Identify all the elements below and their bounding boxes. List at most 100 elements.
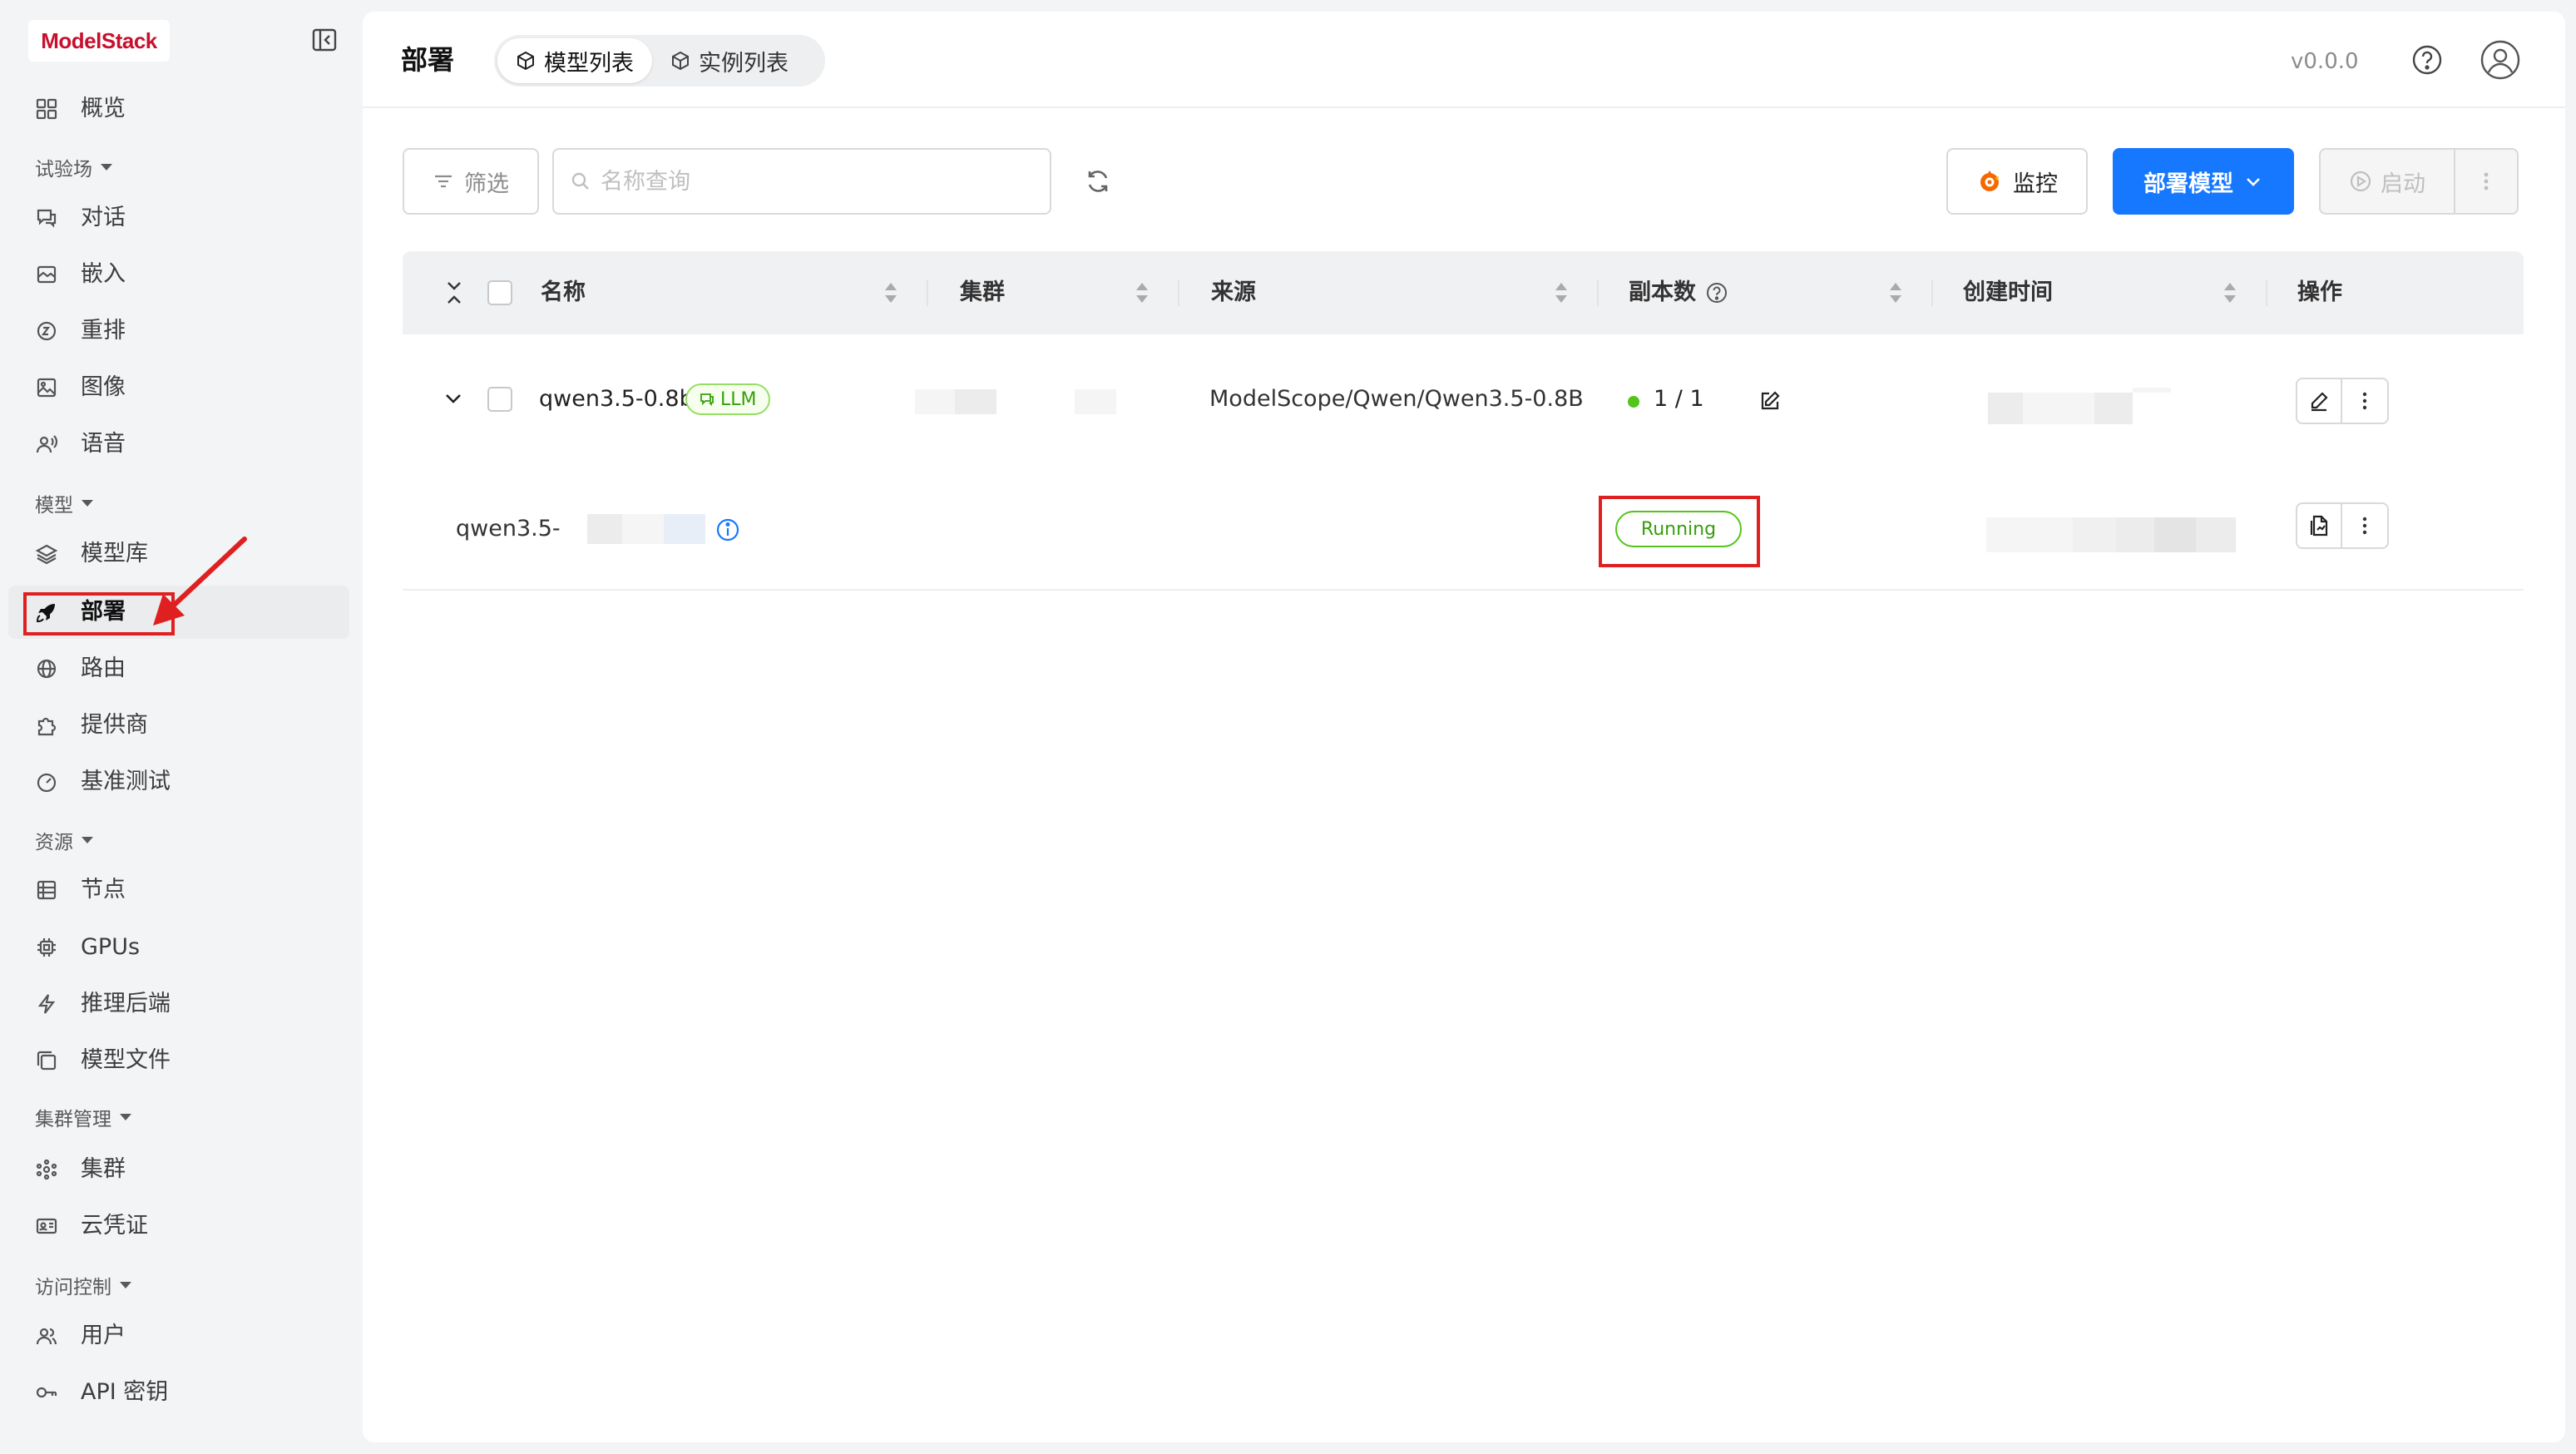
- sidebar-group-access-control[interactable]: 访问控制: [35, 1273, 131, 1298]
- page-header: 部署 模型列表 实例列表 v0.0.0: [363, 12, 2565, 108]
- sidebar-item-model-library[interactable]: 模型库: [8, 527, 349, 581]
- edit-replicas-icon[interactable]: [1758, 389, 1782, 413]
- tab-instance-list[interactable]: 实例列表: [652, 38, 807, 83]
- more-vertical-icon: [2361, 515, 2368, 537]
- image-icon: [35, 376, 58, 399]
- column-header-replicas: 副本数: [1629, 279, 1696, 305]
- log-file-icon: [2307, 514, 2331, 537]
- sidebar-item-rerank[interactable]: 重排: [8, 304, 349, 358]
- server-icon: [35, 878, 58, 902]
- sidebar-item-nodes[interactable]: 节点: [8, 863, 349, 917]
- sidebar-item-providers[interactable]: 提供商: [8, 699, 349, 752]
- page-title: 部署: [401, 44, 455, 76]
- row-checkbox[interactable]: [487, 387, 512, 412]
- sidebar-item-overview[interactable]: 概览: [8, 82, 349, 136]
- caret-down-icon: [120, 1282, 131, 1288]
- sidebar-item-label: 用户: [81, 1323, 126, 1348]
- search-box: [552, 148, 1051, 215]
- sidebar-item-cloud-credentials[interactable]: 云凭证: [8, 1199, 349, 1253]
- help-icon[interactable]: [2409, 42, 2445, 78]
- caret-down-icon: [101, 164, 112, 171]
- embed-icon: [35, 263, 58, 286]
- grafana-icon: [1976, 168, 2003, 195]
- sort-icon[interactable]: [1888, 279, 1903, 306]
- filter-button[interactable]: 筛选: [403, 148, 539, 215]
- sidebar-group-models[interactable]: 模型: [35, 491, 93, 517]
- category-tag: LLM: [685, 383, 770, 415]
- caret-down-icon: [82, 837, 93, 843]
- sort-icon[interactable]: [1135, 279, 1150, 306]
- chat-icon: [35, 206, 58, 230]
- sidebar-item-model-files[interactable]: 模型文件: [8, 1034, 349, 1087]
- status-dot: [1628, 396, 1639, 408]
- info-icon[interactable]: [715, 517, 740, 542]
- column-header-created: 创建时间: [1963, 279, 2053, 305]
- column-header-cluster: 集群: [960, 279, 1005, 305]
- deploy-model-button[interactable]: 部署模型: [2113, 148, 2294, 215]
- column-header-actions: 操作: [2297, 279, 2342, 305]
- bolt-icon: [35, 992, 58, 1016]
- cube-icon: [516, 51, 536, 71]
- instance-more-actions-button[interactable]: [2342, 502, 2389, 549]
- sort-icon[interactable]: [883, 279, 898, 306]
- tab-model-list[interactable]: 模型列表: [497, 38, 652, 83]
- app-logo: ModelStack: [28, 20, 170, 62]
- start-more-icon[interactable]: [2455, 150, 2517, 213]
- sidebar-item-inference-backends[interactable]: 推理后端: [8, 977, 349, 1031]
- monitor-button[interactable]: 监控: [1946, 148, 2088, 215]
- start-button[interactable]: 启动: [2321, 150, 2455, 213]
- edit-button[interactable]: [2296, 378, 2342, 424]
- sidebar-item-voice[interactable]: 语音: [8, 418, 349, 471]
- table-row[interactable]: qwen3.5-0.8b LLM ModelScope/Qwen/Qwen3.5…: [403, 334, 2524, 467]
- instance-row[interactable]: qwen3.5- Running: [403, 467, 2524, 591]
- sort-icon[interactable]: [1554, 279, 1569, 306]
- sidebar-item-routes[interactable]: 路由: [8, 642, 349, 695]
- sidebar-item-label: 语音: [81, 431, 126, 457]
- sidebar-item-users[interactable]: 用户: [8, 1309, 349, 1363]
- id-card-icon: [35, 1214, 58, 1238]
- sort-icon[interactable]: [2222, 279, 2237, 306]
- redacted-instance-name: [587, 514, 622, 544]
- sidebar-item-label: 图像: [81, 374, 126, 400]
- collapse-all-icon[interactable]: [444, 279, 464, 306]
- sidebar-item-api-keys[interactable]: API 密钥: [8, 1366, 349, 1419]
- rocket-icon: [35, 601, 58, 624]
- sidebar-item-label: API 密钥: [81, 1379, 169, 1405]
- sidebar-item-label: 概览: [81, 96, 126, 121]
- sidebar-group-resources[interactable]: 资源: [35, 828, 93, 853]
- sidebar-item-label: 重排: [81, 318, 126, 344]
- model-name[interactable]: qwen3.5-0.8b: [539, 383, 694, 416]
- sidebar-item-clusters[interactable]: 集群: [8, 1143, 349, 1196]
- sidebar-item-image[interactable]: 图像: [8, 361, 349, 414]
- grid-icon: [35, 97, 58, 121]
- view-logs-button[interactable]: [2296, 502, 2342, 549]
- view-switcher: 模型列表 实例列表: [494, 35, 825, 87]
- sidebar-item-gpus[interactable]: GPUs: [8, 921, 349, 974]
- chevron-down-icon[interactable]: [443, 388, 464, 409]
- table-header: 名称 集群 来源 副本数 创建时间 操作: [403, 251, 2524, 334]
- sidebar-item-label: 对话: [81, 205, 126, 230]
- chat-bubble-icon: [699, 391, 715, 408]
- sidebar-item-deployments[interactable]: 部署: [8, 586, 349, 639]
- sidebar-item-label: 集群: [81, 1156, 126, 1182]
- sidebar-item-label: 节点: [81, 877, 126, 903]
- refresh-icon[interactable]: [1083, 166, 1113, 196]
- sidebar-item-embed[interactable]: 嵌入: [8, 248, 349, 301]
- user-avatar-icon[interactable]: [2479, 38, 2522, 82]
- status-badge: Running: [1615, 511, 1742, 547]
- search-input[interactable]: [601, 168, 1033, 195]
- sidebar-collapse-icon[interactable]: [309, 25, 339, 55]
- select-all-checkbox[interactable]: [487, 280, 512, 305]
- sidebar-group-playground[interactable]: 试验场: [35, 155, 112, 181]
- globe-icon: [35, 657, 58, 680]
- sidebar-item-benchmark[interactable]: 基准测试: [8, 755, 349, 809]
- redacted-cluster: [955, 389, 996, 414]
- sidebar-item-chat[interactable]: 对话: [8, 191, 349, 245]
- more-actions-button[interactable]: [2342, 378, 2389, 424]
- users-icon: [35, 1324, 58, 1348]
- chevron-down-icon: [2243, 171, 2263, 191]
- sidebar-group-cluster-management[interactable]: 集群管理: [35, 1105, 131, 1130]
- sidebar-item-label: 推理后端: [81, 991, 171, 1016]
- model-source: ModelScope/Qwen/Qwen3.5-0.8B: [1209, 386, 1584, 412]
- question-circle-icon[interactable]: [1705, 281, 1728, 304]
